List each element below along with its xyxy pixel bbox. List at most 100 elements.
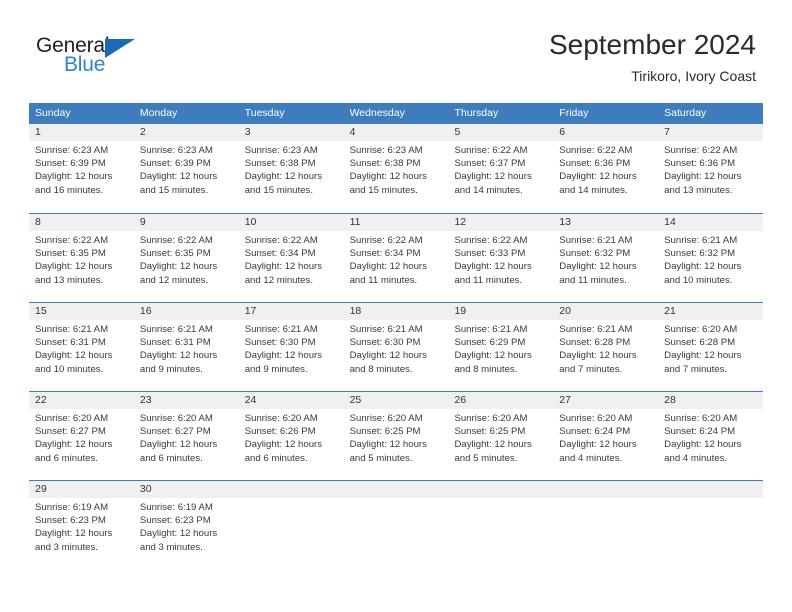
- daylight-text-line1: Daylight: 12 hours: [244, 261, 323, 273]
- day-info: Sunrise: 6:22 AM Sunset: 6:33 PM Daylight:…: [448, 231, 553, 287]
- title-block: September 2024 Tirikoro, Ivory Coast: [549, 28, 756, 86]
- day-info: Sunrise: 6:23 AM Sunset: 6:39 PM Daylight:…: [134, 141, 239, 197]
- day-cell[interactable]: 24 Sunrise: 6:20 AM Sunset: 6:26 PM Dayligh…: [238, 392, 344, 480]
- day-cell[interactable]: 9 Sunrise: 6:22 AM Sunset: 6:35 PM Daylight…: [133, 214, 239, 302]
- day-cell[interactable]: 28 Sunrise: 6:20 AM Sunset: 6:24 PM Dayligh…: [658, 392, 764, 480]
- calendar-week-row: 22 Sunrise: 6:20 AM Sunset: 6:27 PM Dayligh…: [29, 391, 764, 480]
- day-info: Sunrise: 6:19 AM Sunset: 6:23 PM Daylight:…: [29, 498, 134, 554]
- day-info: Sunrise: 6:20 AM Sunset: 6:27 PM Daylight:…: [134, 409, 239, 465]
- day-info: Sunrise: 6:21 AM Sunset: 6:28 PM Daylight:…: [553, 320, 658, 376]
- day-cell[interactable]: 25 Sunrise: 6:20 AM Sunset: 6:25 PM Dayligh…: [343, 392, 449, 480]
- daylight-text-line2: and 11 minutes.: [349, 274, 418, 286]
- general-blue-logo[interactable]: General Blue: [36, 34, 216, 80]
- day-number: 28: [658, 392, 764, 409]
- day-cell[interactable]: 12 Sunrise: 6:22 AM Sunset: 6:33 PM Dayligh…: [448, 214, 554, 302]
- day-number: 13: [553, 214, 659, 231]
- day-cell[interactable]: 13 Sunrise: 6:21 AM Sunset: 6:32 PM Dayligh…: [553, 214, 659, 302]
- day-cell[interactable]: 16 Sunrise: 6:21 AM Sunset: 6:31 PM Dayligh…: [133, 303, 239, 391]
- sunrise-text: Sunrise: 6:22 AM: [349, 235, 423, 246]
- day-cell[interactable]: 26 Sunrise: 6:20 AM Sunset: 6:25 PM Dayligh…: [448, 392, 554, 480]
- daylight-text-line1: Daylight: 12 hours: [35, 350, 113, 362]
- daylight-text-line2: and 3 minutes.: [35, 541, 98, 553]
- sunset-text: Sunset: 6:39 PM: [35, 158, 106, 170]
- day-cell[interactable]: 17 Sunrise: 6:21 AM Sunset: 6:30 PM Dayligh…: [238, 303, 344, 391]
- day-number: 14: [658, 214, 764, 231]
- calendar-grid: Sunday Monday Tuesday Wednesday Thursday Frid…: [29, 103, 764, 569]
- day-number: 12: [448, 214, 554, 231]
- daylight-text-line2: and 15 minutes.: [349, 184, 418, 196]
- day-info: Sunrise: 6:20 AM Sunset: 6:28 PM Daylight:…: [658, 320, 763, 376]
- day-info: Sunrise: 6:23 AM Sunset: 6:39 PM Daylight:…: [29, 141, 134, 197]
- day-cell[interactable]: 27 Sunrise: 6:20 AM Sunset: 6:24 PM Dayligh…: [553, 392, 659, 480]
- daylight-text-line1: Daylight: 12 hours: [664, 171, 742, 183]
- day-cell[interactable]: 23 Sunrise: 6:20 AM Sunset: 6:27 PM Dayligh…: [133, 392, 239, 480]
- page-header: General Blue September 2024 Tirikoro, Iv…: [0, 0, 792, 96]
- day-info: Sunrise: 6:22 AM Sunset: 6:36 PM Daylight:…: [658, 141, 763, 197]
- sunrise-text: Sunrise: 6:21 AM: [559, 235, 633, 246]
- sunset-text: Sunset: 6:25 PM: [454, 426, 526, 438]
- daylight-text-line1: Daylight: 12 hours: [454, 261, 532, 273]
- day-cell[interactable]: 7 Sunrise: 6:22 AM Sunset: 6:36 PM Daylight…: [658, 124, 764, 212]
- day-cell[interactable]: 19 Sunrise: 6:21 AM Sunset: 6:29 PM Dayligh…: [448, 303, 554, 391]
- day-cell[interactable]: 30 Sunrise: 6:19 AM Sunset: 6:23 PM Dayligh…: [133, 481, 239, 569]
- day-cell[interactable]: 15 Sunrise: 6:21 AM Sunset: 6:31 PM Dayligh…: [29, 303, 134, 391]
- sunset-text: Sunset: 6:39 PM: [139, 158, 211, 170]
- day-number: 16: [133, 303, 239, 320]
- sunrise-text: Sunrise: 6:20 AM: [664, 413, 738, 424]
- sunset-text: Sunset: 6:30 PM: [244, 337, 316, 349]
- day-cell[interactable]: 10 Sunrise: 6:22 AM Sunset: 6:34 PM Dayligh…: [238, 214, 344, 302]
- day-cell-empty: [343, 481, 449, 569]
- day-cell[interactable]: 5 Sunrise: 6:22 AM Sunset: 6:37 PM Daylight…: [448, 124, 554, 212]
- daylight-text-line2: and 6 minutes.: [35, 452, 98, 464]
- day-cell[interactable]: 11 Sunrise: 6:22 AM Sunset: 6:34 PM Dayligh…: [343, 214, 449, 302]
- daylight-text-line1: Daylight: 12 hours: [139, 439, 218, 451]
- day-cell[interactable]: 29 Sunrise: 6:19 AM Sunset: 6:23 PM Dayligh…: [29, 481, 134, 569]
- sunset-text: Sunset: 6:38 PM: [349, 158, 421, 170]
- weekday-header-tuesday: Tuesday: [244, 107, 285, 119]
- day-cell[interactable]: 18 Sunrise: 6:21 AM Sunset: 6:30 PM Dayligh…: [343, 303, 449, 391]
- day-info: Sunrise: 6:21 AM Sunset: 6:30 PM Daylight:…: [344, 320, 449, 376]
- daylight-text-line2: and 4 minutes.: [664, 452, 728, 464]
- day-cell[interactable]: 21 Sunrise: 6:20 AM Sunset: 6:28 PM Dayligh…: [658, 303, 764, 391]
- day-info: Sunrise: 6:22 AM Sunset: 6:34 PM Daylight:…: [239, 231, 344, 287]
- weekday-header-sunday: Sunday: [35, 107, 71, 119]
- weekday-header-wednesday: Wednesday: [349, 107, 405, 119]
- sunset-text: Sunset: 6:35 PM: [35, 248, 106, 260]
- day-cell[interactable]: 20 Sunrise: 6:21 AM Sunset: 6:28 PM Dayligh…: [553, 303, 659, 391]
- day-info: Sunrise: 6:20 AM Sunset: 6:25 PM Daylight:…: [448, 409, 553, 465]
- day-number: 3: [238, 124, 344, 141]
- day-number: 25: [343, 392, 449, 409]
- day-cell[interactable]: 1 Sunrise: 6:23 AM Sunset: 6:39 PM Daylight…: [29, 124, 134, 212]
- sunset-text: Sunset: 6:27 PM: [35, 426, 106, 438]
- daylight-text-line2: and 11 minutes.: [559, 274, 627, 286]
- sunset-text: Sunset: 6:31 PM: [139, 337, 211, 349]
- day-info: Sunrise: 6:21 AM Sunset: 6:32 PM Daylight:…: [658, 231, 763, 287]
- sunset-text: Sunset: 6:36 PM: [664, 158, 736, 170]
- day-number: 4: [343, 124, 449, 141]
- day-cell[interactable]: 14 Sunrise: 6:21 AM Sunset: 6:32 PM Dayligh…: [658, 214, 764, 302]
- day-number: 26: [448, 392, 554, 409]
- sunrise-text: Sunrise: 6:20 AM: [349, 413, 423, 424]
- day-cell[interactable]: 2 Sunrise: 6:23 AM Sunset: 6:39 PM Daylight…: [133, 124, 239, 212]
- sunrise-text: Sunrise: 6:22 AM: [244, 235, 318, 246]
- daylight-text-line1: Daylight: 12 hours: [139, 171, 218, 183]
- day-cell[interactable]: 22 Sunrise: 6:20 AM Sunset: 6:27 PM Dayligh…: [29, 392, 134, 480]
- sunrise-text: Sunrise: 6:21 AM: [454, 324, 528, 335]
- sunrise-text: Sunrise: 6:23 AM: [244, 145, 318, 156]
- daylight-text-line2: and 14 minutes.: [454, 184, 523, 196]
- day-cell[interactable]: 4 Sunrise: 6:23 AM Sunset: 6:38 PM Daylight…: [343, 124, 449, 212]
- day-info: Sunrise: 6:22 AM Sunset: 6:34 PM Daylight:…: [344, 231, 449, 287]
- sunset-text: Sunset: 6:28 PM: [559, 337, 631, 349]
- daylight-text-line1: Daylight: 12 hours: [559, 171, 637, 183]
- day-number: [658, 481, 764, 498]
- daylight-text-line1: Daylight: 12 hours: [349, 439, 427, 451]
- day-cell[interactable]: 8 Sunrise: 6:22 AM Sunset: 6:35 PM Daylight…: [29, 214, 134, 302]
- day-number: 17: [238, 303, 344, 320]
- sunrise-text: Sunrise: 6:21 AM: [35, 324, 109, 335]
- sunset-text: Sunset: 6:29 PM: [454, 337, 526, 349]
- sunset-text: Sunset: 6:35 PM: [139, 248, 211, 260]
- day-cell[interactable]: 6 Sunrise: 6:22 AM Sunset: 6:36 PM Daylight…: [553, 124, 659, 212]
- day-cell[interactable]: 3 Sunrise: 6:23 AM Sunset: 6:38 PM Daylight…: [238, 124, 344, 212]
- day-info: Sunrise: 6:21 AM Sunset: 6:30 PM Daylight:…: [239, 320, 344, 376]
- sunrise-text: Sunrise: 6:23 AM: [35, 145, 109, 156]
